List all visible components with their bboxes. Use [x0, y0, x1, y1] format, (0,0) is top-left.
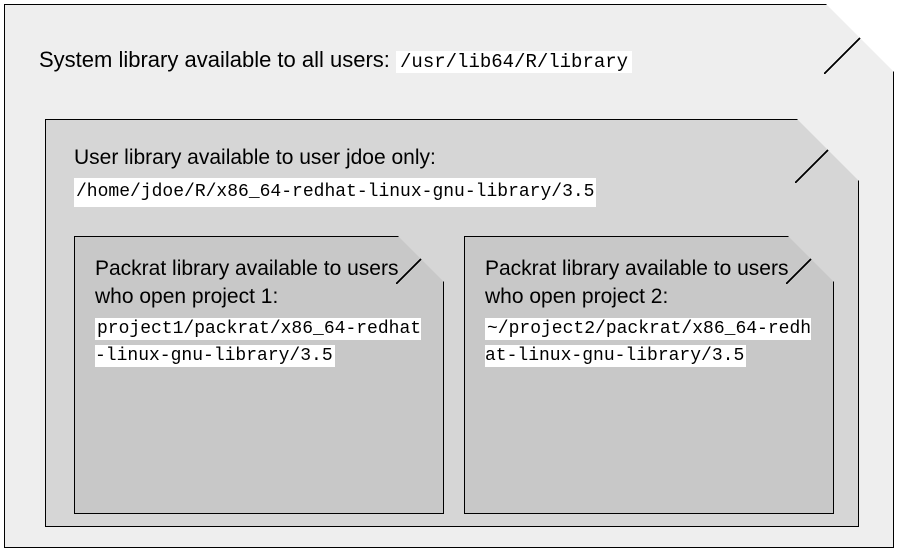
system-library-card: System library available to all users: /…	[4, 4, 894, 548]
packrat-project-2-path: ~/project2/packrat/x86_64-redhat-linux-g…	[485, 318, 811, 367]
system-library-label: System library available to all users:	[39, 47, 396, 72]
system-library-path: /usr/lib64/R/library	[396, 51, 632, 73]
packrat-project-2-path-wrap: ~/project2/packrat/x86_64-redhat-linux-g…	[485, 316, 813, 370]
user-library-label: User library available to user jdoe only…	[74, 144, 830, 172]
packrat-project-1-path: project1/packrat/x86_64-redhat-linux-gnu…	[95, 318, 421, 367]
system-library-heading: System library available to all users: /…	[39, 45, 859, 77]
packrat-project-2-card: Packrat library available to users who o…	[464, 236, 834, 514]
user-library-path: /home/jdoe/R/x86_64-redhat-linux-gnu-lib…	[74, 178, 596, 207]
packrat-project-2-label: Packrat library available to users who o…	[485, 255, 813, 312]
packrat-project-1-label: Packrat library available to users who o…	[95, 255, 423, 312]
packrat-project-1-path-wrap: project1/packrat/x86_64-redhat-linux-gnu…	[95, 316, 423, 370]
packrat-project-1-card: Packrat library available to users who o…	[74, 236, 444, 514]
user-library-path-wrap: /home/jdoe/R/x86_64-redhat-linux-gnu-lib…	[74, 172, 830, 207]
user-library-card: User library available to user jdoe only…	[45, 119, 859, 527]
